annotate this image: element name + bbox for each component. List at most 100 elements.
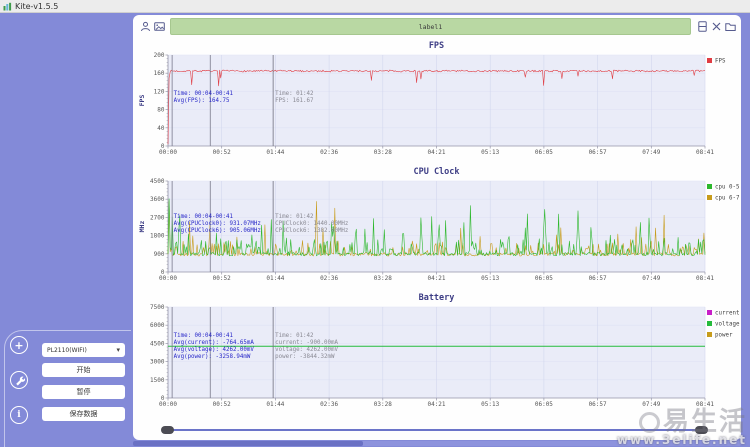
start-button[interactable]: 开始 xyxy=(42,363,125,377)
y-tick-label: 80 xyxy=(157,107,165,114)
x-tick-label: 03:28 xyxy=(374,275,392,282)
time-range-track[interactable] xyxy=(166,429,703,431)
cursor-tooltip-line: CPUClock0: 1440.00MHz xyxy=(275,221,348,227)
y-tick-label: 7500 xyxy=(150,304,165,311)
x-tick-label: 04:21 xyxy=(427,275,445,282)
x-tick-label: 03:28 xyxy=(374,149,392,156)
session-label: label1 xyxy=(418,22,443,31)
add-button[interactable]: + xyxy=(10,336,28,354)
cursor-tooltip-line: CPUClock6: 1382.00MHz xyxy=(275,228,348,234)
time-range-slider xyxy=(161,424,708,436)
y-tick-label: 1800 xyxy=(150,233,165,240)
x-tick-label: 07:49 xyxy=(642,275,660,282)
horizontal-scrollbar-thumb[interactable] xyxy=(133,441,363,446)
add-icon: + xyxy=(14,338,24,352)
info-icon: i xyxy=(17,409,21,420)
pause-button[interactable]: 暂停 xyxy=(42,385,125,399)
x-tick-label: 01:44 xyxy=(266,149,284,156)
start-button-label: 开始 xyxy=(76,366,91,374)
fps-chart[interactable]: 0 40 80 120 160 200 00:00 00:52 01:44 02:36 03:28 0… xyxy=(133,38,741,164)
selection-tooltip-line: Avg(CPUClock0): 931.07MHz xyxy=(174,221,261,227)
y-axis-label: MHz xyxy=(138,221,146,233)
legend-swatch xyxy=(707,310,712,315)
legend-label: cpu 6-7 xyxy=(715,196,740,202)
x-tick-label: 00:52 xyxy=(213,149,231,156)
app-icon xyxy=(3,2,12,10)
selection-tooltip-line: Avg(current): -764.65mA xyxy=(174,340,255,346)
selection-tooltip-line: Time: 00:04-00:41 xyxy=(174,91,234,97)
user-icon xyxy=(140,21,150,32)
legend-label: current xyxy=(715,311,739,317)
screenshot-icon xyxy=(153,22,165,31)
y-tick-label: 6000 xyxy=(150,322,165,329)
chart-title: Battery xyxy=(419,293,455,303)
device-select[interactable]: PL2110(WIFI) ▾ xyxy=(42,343,125,357)
y-axis-label: FPS xyxy=(138,95,146,107)
selection-tooltip-line: Avg(power): -3258.94mW xyxy=(174,354,251,360)
legend-label: power xyxy=(715,333,733,339)
horizontal-scrollbar[interactable] xyxy=(133,441,741,446)
x-tick-label: 07:49 xyxy=(642,149,660,156)
x-tick-label: 02:36 xyxy=(320,275,338,282)
chevron-down-icon: ▾ xyxy=(116,346,120,354)
y-tick-label: 2700 xyxy=(150,214,165,221)
range-handle-end[interactable] xyxy=(695,426,708,434)
cursor-tooltip-line: voltage: 4262.00mV xyxy=(275,347,338,353)
battery-chart[interactable]: 0 1500 3000 4500 6000 7500 00:00 00:52 01:44 02:3… xyxy=(133,290,741,416)
save-data-button-label: 保存数据 xyxy=(69,410,98,418)
cursor-tooltip-line: current: -900.00mA xyxy=(275,340,338,346)
close-icon xyxy=(712,22,720,31)
selection-tooltip-line: Avg(voltage): 4262.00mV xyxy=(174,347,255,353)
y-tick-label: 900 xyxy=(154,251,165,258)
y-tick-label: 160 xyxy=(154,70,165,77)
x-tick-label: 00:00 xyxy=(159,401,177,408)
legend-swatch xyxy=(707,184,712,189)
chart-title: FPS xyxy=(429,41,444,51)
window-title: Kite-v1.5.5 xyxy=(15,1,59,11)
x-tick-label: 04:21 xyxy=(427,401,445,408)
x-tick-label: 00:52 xyxy=(213,401,231,408)
save-data-button[interactable]: 保存数据 xyxy=(42,407,125,421)
save-icon xyxy=(697,21,707,32)
legend-swatch xyxy=(707,195,712,200)
settings-button[interactable] xyxy=(10,371,28,389)
info-button[interactable]: i xyxy=(10,406,28,424)
export-icon xyxy=(724,23,736,31)
x-tick-label: 05:13 xyxy=(481,275,499,282)
cursor-tooltip-line: FPS: 161.67 xyxy=(275,98,314,104)
x-tick-label: 08:41 xyxy=(696,149,714,156)
x-tick-label: 00:00 xyxy=(159,275,177,282)
main-panel: label1 0 40 80 120 160 200 00:00 00:52 01:44 02:3… xyxy=(133,15,741,440)
x-tick-label: 01:44 xyxy=(266,275,284,282)
y-tick-label: 1500 xyxy=(150,377,165,384)
legend-label: FPS xyxy=(715,59,726,65)
x-tick-label: 06:05 xyxy=(535,401,553,408)
x-tick-label: 00:52 xyxy=(213,275,231,282)
x-tick-label: 08:41 xyxy=(696,275,714,282)
cursor-tooltip-line: Time: 01:42 xyxy=(275,214,313,220)
selection-tooltip-line: Avg(FPS): 164.75 xyxy=(174,98,230,104)
screenshot-button[interactable] xyxy=(153,20,165,33)
session-label-bar[interactable]: label1 xyxy=(170,18,691,35)
y-tick-label: 3000 xyxy=(150,359,165,366)
range-handle-start[interactable] xyxy=(161,426,174,434)
y-tick-label: 4500 xyxy=(150,178,165,185)
x-tick-label: 03:28 xyxy=(374,401,392,408)
x-tick-label: 01:44 xyxy=(266,401,284,408)
y-tick-label: 4500 xyxy=(150,340,165,347)
x-tick-label: 08:41 xyxy=(696,401,714,408)
legend-swatch xyxy=(707,58,712,63)
window-titlebar: Kite-v1.5.5 xyxy=(0,0,750,13)
x-tick-label: 06:57 xyxy=(589,149,607,156)
y-tick-label: 40 xyxy=(157,125,165,132)
save-button[interactable] xyxy=(696,20,708,33)
device-select-value: PL2110(WIFI) xyxy=(47,346,87,354)
wrench-icon xyxy=(15,376,25,385)
export-button[interactable] xyxy=(724,20,736,33)
y-tick-label: 3600 xyxy=(150,196,165,203)
cpu-clock-chart[interactable]: 0 900 1800 2700 3600 4500 00:00 00:52 01:44 02:36… xyxy=(133,164,741,290)
user-button[interactable] xyxy=(139,20,151,33)
close-button[interactable] xyxy=(710,20,722,33)
legend-swatch xyxy=(707,321,712,326)
x-tick-label: 05:13 xyxy=(481,401,499,408)
